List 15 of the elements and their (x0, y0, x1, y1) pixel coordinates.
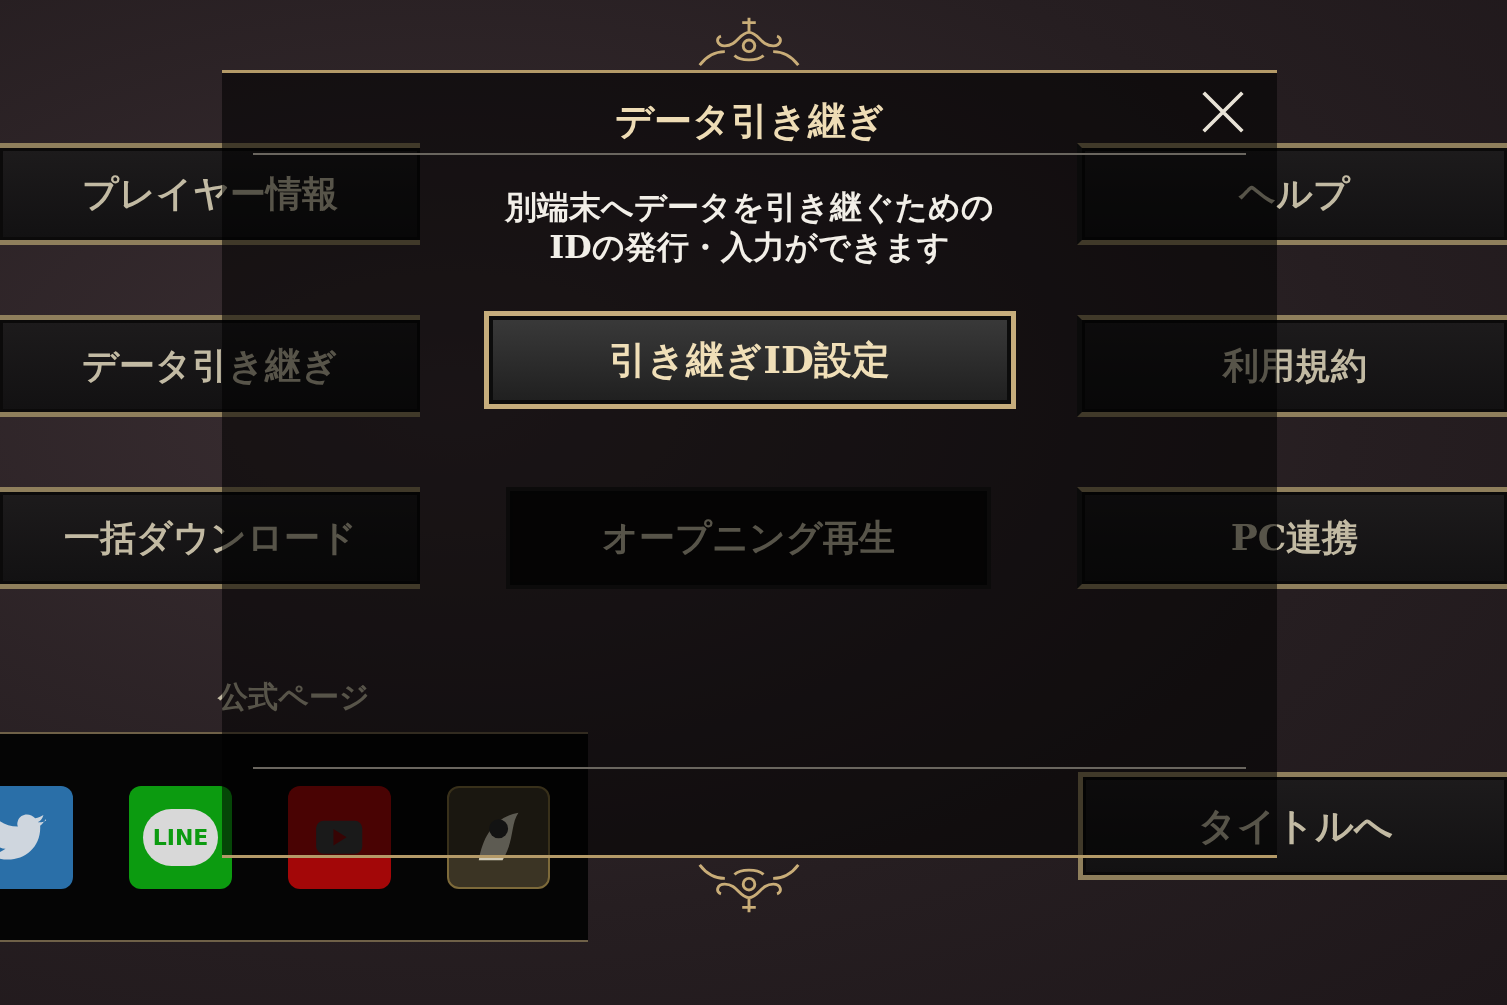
menu-button[interactable]: データ引き継ぎ (0, 315, 420, 417)
dialog-title: データ引き継ぎ (614, 96, 885, 145)
play-icon[interactable] (288, 785, 391, 889)
close-icon[interactable] (1200, 89, 1246, 135)
menu-button[interactable]: ヘルプ (1077, 143, 1507, 245)
dialog-message: 別端末へデータを引き継ぐための IDの発行・入力ができます (505, 187, 994, 267)
game-icon[interactable] (447, 785, 550, 889)
transfer-id-button[interactable]: 引き継ぎID設定 (483, 311, 1016, 409)
title-button[interactable]: タイトルへ (1078, 772, 1507, 880)
menu-button[interactable]: 一括ダウンロード (0, 487, 420, 589)
menu-button[interactable]: 利用規約 (1077, 315, 1507, 417)
section-heading: 公式ページ (218, 678, 370, 716)
menu-button[interactable]: プレイヤー情報 (0, 143, 420, 245)
bird-icon[interactable] (0, 785, 73, 889)
menu-button[interactable]: PC連携 (1077, 487, 1507, 589)
